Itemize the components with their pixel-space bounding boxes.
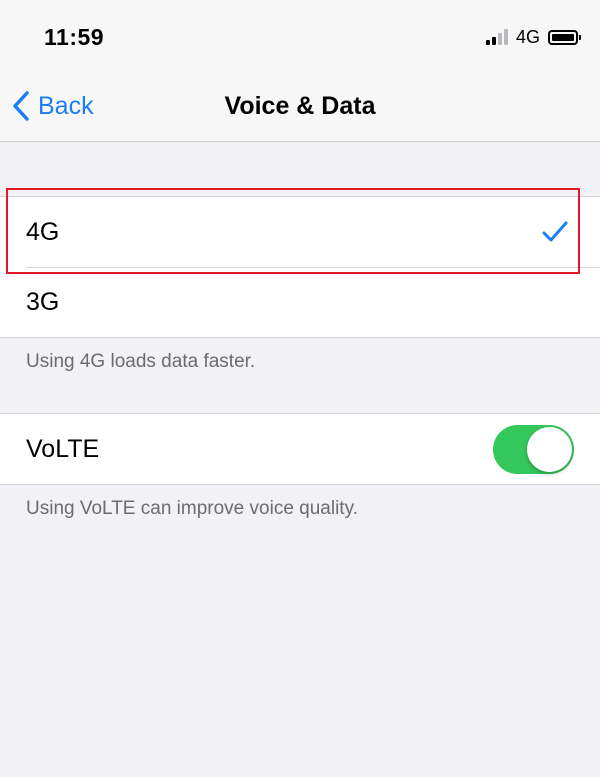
volte-row: VoLTE	[0, 414, 600, 484]
checkmark-icon	[542, 221, 568, 242]
network-type-group: 4G 3G	[0, 196, 600, 338]
status-indicators: 4G	[485, 25, 581, 49]
network-option-4g[interactable]: 4G	[0, 197, 600, 267]
page-title: Voice & Data	[224, 92, 376, 120]
status-bar: 11:59 4G	[0, 0, 600, 70]
volte-footnote: Using VoLTE can improve voice quality.	[26, 498, 358, 519]
network-option-label: 4G	[26, 217, 60, 246]
volte-toggle[interactable]	[493, 425, 574, 474]
status-time: 11:59	[44, 24, 105, 50]
navigation-bar: Back Voice & Data	[0, 70, 600, 142]
network-type-label: 4G	[515, 26, 540, 47]
network-option-label: 3G	[26, 287, 60, 316]
network-option-3g[interactable]: 3G	[0, 267, 600, 337]
volte-label: VoLTE	[26, 434, 100, 463]
volte-group: VoLTE	[0, 413, 600, 485]
battery-icon	[548, 29, 581, 45]
cellular-signal-icon	[485, 29, 508, 45]
toggle-knob	[527, 427, 572, 472]
network-footnote: Using 4G loads data faster.	[26, 351, 256, 372]
